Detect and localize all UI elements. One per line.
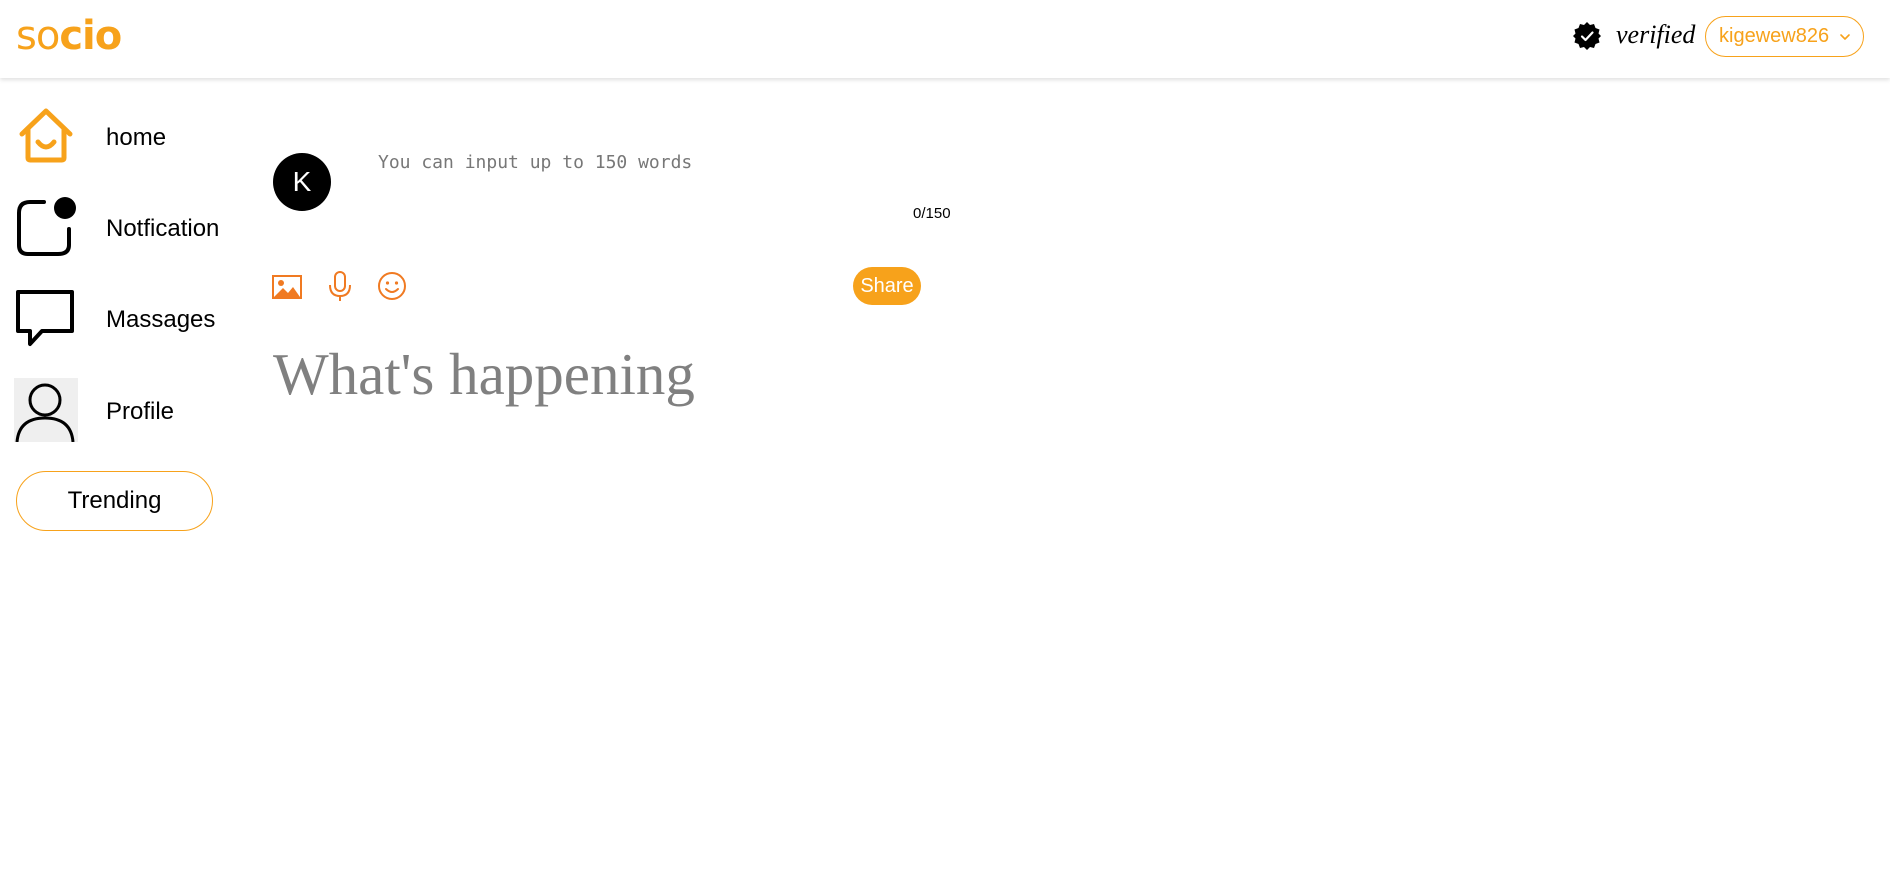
feed-heading: What's happening: [273, 341, 695, 407]
microphone-icon[interactable]: [324, 270, 356, 302]
sidebar-item-profile[interactable]: Profile: [14, 378, 214, 442]
app-logo[interactable]: socio: [16, 12, 122, 60]
user-avatar: K: [273, 153, 331, 211]
sidebar-item-notification[interactable]: Notfication: [14, 195, 234, 259]
home-icon: [19, 108, 73, 163]
emoji-icon[interactable]: [376, 270, 408, 302]
sidebar-item-messages[interactable]: Massages: [14, 286, 224, 350]
chevron-down-icon: [1840, 34, 1850, 40]
sidebar-item-label: Profile: [106, 398, 175, 425]
image-icon[interactable]: [271, 270, 303, 302]
sidebar-item-label: home: [106, 124, 167, 151]
trending-button[interactable]: Trending: [16, 471, 213, 531]
sidebar-item-home[interactable]: home: [14, 104, 214, 168]
profile-icon: [14, 378, 78, 442]
logo-part-cio: cio: [59, 13, 122, 59]
top-header: socio verified kigewew826: [0, 0, 1890, 78]
message-icon: [16, 290, 74, 346]
sidebar-item-label: Massages: [106, 306, 216, 333]
username-label: kigewew826: [1719, 25, 1830, 47]
logo-part-so: so: [16, 13, 60, 59]
verified-badge-icon: [1573, 22, 1601, 50]
sidebar-item-label: Notfication: [106, 215, 220, 242]
verified-label: verified: [1616, 20, 1696, 49]
user-account-dropdown[interactable]: kigewew826: [1705, 16, 1864, 57]
post-text-input[interactable]: [372, 148, 952, 208]
notification-icon: [17, 197, 76, 256]
share-button[interactable]: Share: [853, 267, 921, 305]
character-counter: 0/150: [913, 205, 951, 222]
